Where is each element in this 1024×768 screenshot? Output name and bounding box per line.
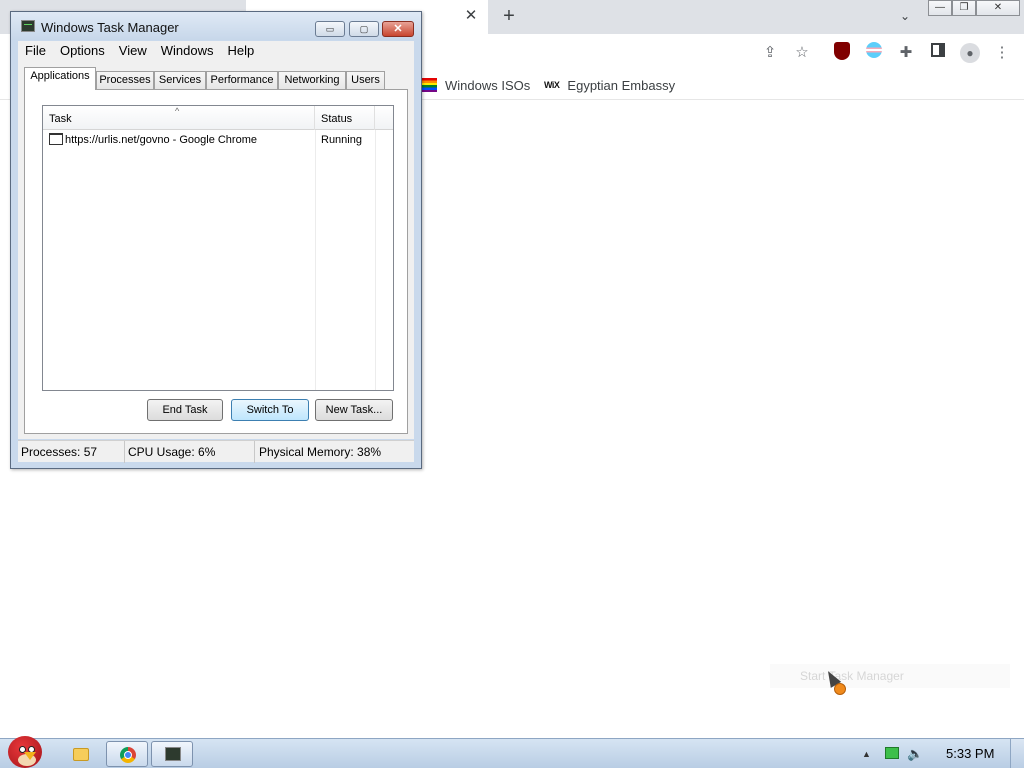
switch-to-button[interactable]: Switch To xyxy=(231,399,309,421)
bookmark-label: Windows ISOs xyxy=(445,77,531,93)
share-icon[interactable]: ⇪ xyxy=(759,42,781,64)
menu-kebab-icon[interactable]: ⋮ xyxy=(991,42,1013,64)
column-header-task[interactable]: ^ Task xyxy=(43,106,315,130)
window-title: Windows Task Manager xyxy=(41,20,179,35)
menu-help[interactable]: Help xyxy=(220,41,261,61)
column-label: Task xyxy=(49,113,72,125)
task-list[interactable]: ^ Task Status https://urlis.net/govno - … xyxy=(42,105,394,391)
taskbar-chrome[interactable] xyxy=(106,741,148,767)
sort-ascending-icon: ^ xyxy=(175,106,180,116)
bookmark-egyptian-embassy[interactable]: WiX Egyptian Embassy xyxy=(544,76,675,94)
list-header: ^ Task Status xyxy=(43,106,393,130)
browser-restore-button[interactable]: ❐ xyxy=(952,0,976,16)
window-icon xyxy=(49,133,63,145)
task-manager-icon xyxy=(165,747,181,761)
column-divider xyxy=(315,130,316,390)
applications-panel: ^ Task Status https://urlis.net/govno - … xyxy=(24,89,408,434)
side-panel-icon[interactable] xyxy=(927,42,949,64)
task-manager-window: Windows Task Manager ▭ ▢ ✕ File Options … xyxy=(10,11,422,469)
ublock-extension-icon[interactable] xyxy=(831,42,853,64)
extension-flag-icon[interactable] xyxy=(863,42,885,64)
volume-icon[interactable]: 🔈 xyxy=(907,747,923,761)
end-task-button[interactable]: End Task xyxy=(147,399,223,421)
tab-users[interactable]: Users xyxy=(346,71,385,89)
taskbar: ▲ 🔈 5:33 PM xyxy=(0,736,1024,768)
column-divider xyxy=(375,130,376,390)
maximize-button[interactable]: ▢ xyxy=(349,21,379,37)
network-icon[interactable] xyxy=(885,747,899,759)
tab-processes[interactable]: Processes xyxy=(96,71,154,89)
menu-windows[interactable]: Windows xyxy=(154,41,221,61)
tab-services[interactable]: Services xyxy=(154,71,206,89)
menu-file[interactable]: File xyxy=(18,41,53,61)
show-hidden-icons-button[interactable]: ▲ xyxy=(862,747,871,761)
menu-options[interactable]: Options xyxy=(53,41,112,61)
bookmark-label: Egyptian Embassy xyxy=(567,77,676,93)
tab-performance[interactable]: Performance xyxy=(206,71,278,89)
bookmark-windows-isos[interactable]: Windows ISOs xyxy=(421,76,530,94)
new-task-button[interactable]: New Task... xyxy=(315,399,393,421)
folder-icon xyxy=(73,748,89,761)
browser-minimize-button[interactable]: — xyxy=(928,0,952,16)
close-button[interactable]: ✕ xyxy=(382,21,414,37)
chrome-icon xyxy=(120,747,136,763)
task-manager-titlebar[interactable]: Windows Task Manager ▭ ▢ ✕ xyxy=(11,12,421,40)
busy-indicator-icon xyxy=(834,683,846,695)
status-processes: Processes: 57 xyxy=(18,441,125,463)
menu-bar: File Options View Windows Help xyxy=(18,41,414,61)
tab-search-button[interactable]: ⌄ xyxy=(894,6,916,26)
bookmark-star-icon[interactable]: ☆ xyxy=(791,42,813,64)
rainbow-flag-icon xyxy=(421,78,437,92)
column-header-status[interactable]: Status xyxy=(315,106,375,130)
tab-networking[interactable]: Networking xyxy=(278,71,346,89)
task-manager-body: Applications Processes Services Performa… xyxy=(18,61,414,439)
start-icon-detail xyxy=(24,752,36,760)
row-task-name: https://urlis.net/govno - Google Chrome xyxy=(65,134,257,146)
profile-avatar-icon[interactable]: ● xyxy=(959,42,981,64)
task-manager-app-icon xyxy=(21,20,35,32)
start-button[interactable] xyxy=(2,730,50,768)
status-bar: Processes: 57 CPU Usage: 6% Physical Mem… xyxy=(18,440,414,463)
minimize-button[interactable]: ▭ xyxy=(315,21,345,37)
tab-close-button[interactable]: ✕ xyxy=(461,6,481,26)
row-status: Running xyxy=(321,134,362,146)
new-tab-button[interactable]: + xyxy=(498,5,520,27)
menu-view[interactable]: View xyxy=(112,41,154,61)
taskbar-explorer[interactable] xyxy=(59,741,101,767)
extensions-puzzle-icon[interactable]: ✚ xyxy=(895,42,917,64)
status-cpu-usage: CPU Usage: 6% xyxy=(125,441,255,463)
fading-tooltip: Start Task Manager xyxy=(770,664,1010,688)
taskbar-task-manager[interactable] xyxy=(151,741,193,767)
table-row[interactable]: https://urlis.net/govno - Google Chrome … xyxy=(43,131,393,149)
tab-applications[interactable]: Applications xyxy=(24,67,96,90)
wix-icon: WiX xyxy=(544,80,560,90)
status-physical-memory: Physical Memory: 38% xyxy=(259,445,382,459)
browser-close-button[interactable]: ✕ xyxy=(976,0,1020,16)
show-desktop-button[interactable] xyxy=(1010,739,1024,768)
taskbar-clock[interactable]: 5:33 PM xyxy=(946,746,994,761)
